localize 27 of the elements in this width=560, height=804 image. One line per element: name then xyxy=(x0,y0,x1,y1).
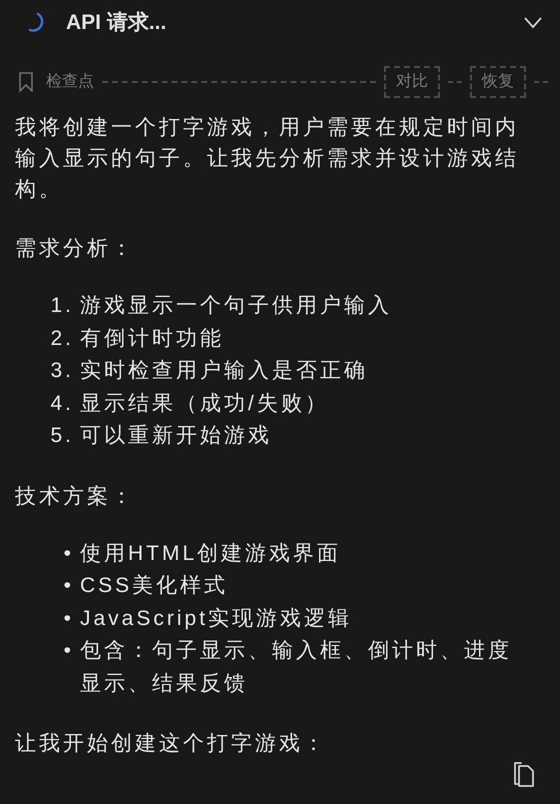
list-marker: • xyxy=(62,540,75,566)
paragraph: 我将创建一个打字游戏，用户需要在规定时间内输入显示的句子。让我先分析需求并设计游戏结构。 xyxy=(15,115,520,203)
list-item-text: 有倒计时功能 xyxy=(80,326,225,352)
restore-button[interactable]: 恢复 xyxy=(470,66,526,98)
paragraph: 技术方案： xyxy=(15,484,136,510)
list-item-text: 包含：句子显示、输入框、倒计时、进度显示、结果反馈 xyxy=(80,638,513,696)
list-marker: 1. xyxy=(49,293,75,319)
bookmark-icon xyxy=(18,72,34,92)
list-item-text: CSS美化样式 xyxy=(80,573,230,599)
header-title: API 请求... xyxy=(66,10,166,36)
list-marker: 4. xyxy=(49,390,75,416)
list-item-text: 游戏显示一个句子供用户输入 xyxy=(80,293,393,319)
list-marker: • xyxy=(62,573,75,599)
list-marker: 2. xyxy=(49,326,75,352)
checkpoint-label: 检查点 xyxy=(46,72,94,92)
compare-button[interactable]: 对比 xyxy=(384,66,440,98)
list-marker: • xyxy=(62,606,75,632)
list-item-text: 实时检查用户输入是否正确 xyxy=(80,358,369,384)
list-item-text: 显示结果（成功/失败） xyxy=(80,390,330,416)
list-item-text: 使用HTML创建游戏界面 xyxy=(80,540,342,566)
list-marker: 3. xyxy=(49,358,75,384)
paragraph: 需求分析： xyxy=(15,236,136,262)
list-marker: 5. xyxy=(49,423,75,449)
paragraph: 让我开始创建这个打字游戏： xyxy=(15,731,328,757)
list-item-text: 可以重新开始游戏 xyxy=(80,423,273,449)
list-item-text: JavaScript实现游戏逻辑 xyxy=(80,606,354,632)
list-marker: • xyxy=(62,638,75,664)
